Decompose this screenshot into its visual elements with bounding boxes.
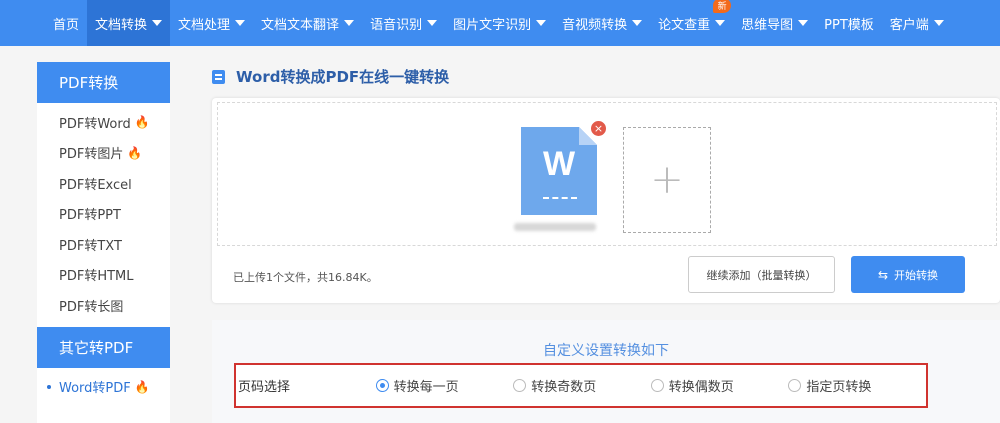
sidebar-item-label: PDF转PPT [59,208,121,224]
file-dash-line [543,197,577,199]
settings-title: 自定义设置转换如下 [543,343,669,359]
swap-icon: ⇆ [877,267,889,282]
radio-button[interactable] [788,379,802,392]
page-select-row: 页码选择 转换每一页 转换奇数页 转换偶数页 指定页转换 [234,363,928,408]
chevron-down-icon [536,20,547,26]
upload-status: 已上传1个文件，共16.84K。 [233,271,378,284]
sidebar-item-label: PDF转HTML [59,269,134,285]
nav-item-av-convert[interactable]: 音视频转换 [554,0,650,46]
sidebar-list: PDF转Word 🔥 PDF转图片 🔥 PDF转Excel PDF转PPT PDF转… [37,103,170,321]
fire-icon: 🔥 [127,145,143,160]
sidebar-item-pdf-to-excel[interactable]: PDF转Excel [37,168,170,199]
sidebar-list: Word转PDF 🔥 [37,368,170,403]
sidebar-item-pdf-to-longimage[interactable]: PDF转长图 [37,290,170,321]
nav-item-doc-translate[interactable]: 文档文本翻译 [253,0,362,46]
bullet-dot-icon [47,384,51,389]
chevron-down-icon [152,20,163,26]
sidebar-item-pdf-to-word[interactable]: PDF转Word 🔥 [37,107,170,138]
nav-item-client[interactable]: 客户端 [882,0,952,46]
radio-button[interactable] [650,379,664,392]
sidebar-section-title: PDF转换 [37,62,170,103]
chevron-down-icon [798,20,809,26]
remove-file-icon[interactable]: × [590,120,607,137]
nav-item-plagiarism[interactable]: 论文查重新 [650,0,733,46]
chevron-down-icon [715,20,726,26]
chevron-down-icon [344,20,355,26]
nav-label: 首页 [53,17,80,33]
radio-label: 转换每一页 [393,380,459,395]
nav-label: 图片文字识别 [453,17,532,33]
radio-specific-pages[interactable]: 指定页转换 [788,376,926,395]
fire-icon: 🔥 [134,115,150,130]
nav-item-doc-process[interactable]: 文档处理 [170,0,253,46]
nav-label: 思维导图 [741,17,794,33]
chevron-down-icon [632,20,643,26]
sidebar-item-label: PDF转图片 [59,147,124,163]
nav-item-home[interactable]: 首页 [45,0,87,46]
page-title-text: Word转换成PDF在线一键转换 [236,68,450,86]
start-convert-label: 开始转换 [894,268,939,282]
uploaded-file-thumbnail: W [521,127,597,215]
sidebar-item-pdf-to-txt[interactable]: PDF转TXT [37,229,170,260]
nav-item-speech[interactable]: 语音识别 [362,0,445,46]
settings-card: 自定义设置转换如下 页码选择 转换每一页 转换奇数页 转换偶数页 指定页转换 [212,320,1000,423]
nav-label: 客户端 [889,17,929,33]
sidebar-item-label: Word转PDF [59,381,131,397]
nav-item-doc-convert[interactable]: 文档转换 [87,0,171,46]
word-letter: W [542,145,576,183]
nav-item-ocr[interactable]: 图片文字识别 [445,0,554,46]
sidebar-item-label: PDF转长图 [59,299,124,315]
file-name-redacted [514,223,596,231]
sidebar-section-title: 其它转PDF [37,326,170,368]
nav-label: 文档处理 [178,17,231,33]
chevron-down-icon [235,20,246,26]
sidebar-item-pdf-to-image[interactable]: PDF转图片 🔥 [37,138,170,169]
start-convert-button[interactable]: ⇆ 开始转换 [851,256,965,293]
sidebar-item-label: PDF转Excel [59,177,132,193]
radio-button[interactable] [513,379,527,392]
sidebar-item-word-to-pdf[interactable]: Word转PDF 🔥 [37,372,170,403]
radio-even-pages[interactable]: 转换偶数页 [650,376,789,395]
nav-label: PPT模板 [824,17,874,33]
upload-card: W × + 已上传1个文件，共16.84K。 继续添加（批量转换） ⇆ 开始转换 [212,98,1000,303]
page-select-label: 页码选择 [238,380,291,395]
chevron-down-icon [427,20,438,26]
radio-label: 转换偶数页 [668,380,734,395]
page-title: Word转换成PDF在线一键转换 [212,66,449,87]
add-file-button[interactable]: + [623,127,711,233]
nav-item-ppt[interactable]: PPT模板 [816,0,882,46]
nav-item-mindmap[interactable]: 思维导图 [733,0,816,46]
fire-icon: 🔥 [134,379,150,394]
top-nav: 首页 文档转换 文档处理 文档文本翻译 语音识别 图片文字识别 音视频转换 论文… [0,0,1000,46]
nav-label: 文档文本翻译 [261,17,340,33]
nav-label: 文档转换 [95,17,148,33]
nav-label: 音视频转换 [562,17,628,33]
sidebar-item-label: PDF转Word [59,116,131,132]
nav-label: 语音识别 [370,17,423,33]
sidebar-item-pdf-to-html[interactable]: PDF转HTML [37,260,170,291]
chevron-down-icon [933,20,944,26]
new-badge: 新 [713,0,732,13]
radio-label: 转换奇数页 [531,380,597,395]
sidebar-item-pdf-to-ppt[interactable]: PDF转PPT [37,199,170,230]
radio-odd-pages[interactable]: 转换奇数页 [513,376,651,395]
nav-label: 论文查重 [658,17,711,33]
radio-every-page[interactable]: 转换每一页 [375,376,514,395]
sidebar-item-label: PDF转TXT [59,238,122,254]
plus-icon: + [650,157,684,203]
document-icon [212,69,225,84]
continue-add-button[interactable]: 继续添加（批量转换） [688,256,835,293]
file-drop-zone[interactable]: W × + [217,102,997,246]
radio-label: 指定页转换 [806,380,872,395]
sidebar: PDF转换 PDF转Word 🔥 PDF转图片 🔥 PDF转Excel PDF转PP… [37,62,170,423]
radio-button[interactable] [375,379,389,392]
